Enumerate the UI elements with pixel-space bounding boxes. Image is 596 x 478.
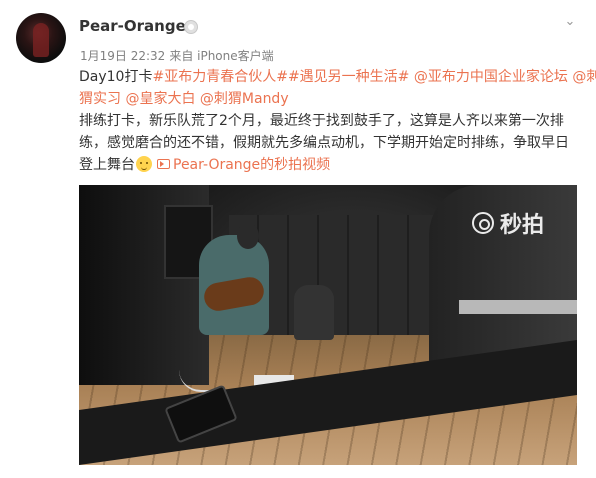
post-meta: 1月19日 22:32 来自 iPhone客户端 — [80, 47, 278, 64]
chevron-down-icon[interactable]: ⌄ — [563, 15, 577, 29]
post-line-5: 登上舞台 Pear-Orange的秒拍视频 — [79, 154, 579, 176]
post-time[interactable]: 1月19日 22:32 — [80, 49, 165, 63]
video-link-icon[interactable] — [157, 159, 170, 169]
topic-link-2[interactable]: #遇见另一种生活# — [288, 69, 409, 85]
post-text: Day10打卡#亚布力青春合伙人##遇见另一种生活# @亚布力中国企业家论坛 @… — [79, 66, 596, 176]
post-line-3: 排练打卡，新乐队荒了2个月，最近终于找到鼓手了，这算是人齐以来第一次排 — [79, 113, 564, 129]
video-link[interactable]: Pear-Orange的秒拍视频 — [173, 157, 330, 173]
video-scene-guitarist-head — [237, 223, 259, 249]
miaopai-logo-icon — [472, 212, 494, 234]
video-scene-stool — [459, 300, 577, 314]
post-line-1: Day10打卡#亚布力青春合伙人##遇见另一种生活# @亚布力中国企业家论坛 @… — [79, 66, 596, 88]
mention-link-2a[interactable]: @刺 — [572, 69, 596, 85]
username[interactable]: Pear-Orange — [79, 17, 186, 35]
video-thumbnail[interactable]: 秒拍 — [79, 185, 577, 465]
smile-emoji-icon — [136, 155, 152, 172]
post-line-2: 猬实习 @皇家大白 @刺猬Mandy — [79, 88, 579, 110]
mention-link-4[interactable]: @刺猬Mandy — [200, 91, 289, 107]
member-badge-icon[interactable] — [184, 20, 198, 34]
watermark-text: 秒拍 — [500, 213, 545, 238]
avatar-figure — [33, 23, 49, 57]
post-line-4: 练，感觉磨合的还不错，假期就先多编点动机，下学期开始定时排练，争取早日 — [79, 135, 569, 151]
mention-link-1[interactable]: @亚布力中国企业家论坛 — [414, 69, 568, 85]
topic-link-1[interactable]: #亚布力青春合伙人# — [152, 69, 287, 85]
mention-link-3[interactable]: @皇家大白 — [125, 91, 195, 107]
post-line-5-text: 登上舞台 — [79, 157, 135, 173]
mention-link-2b[interactable]: 猬实习 — [79, 91, 121, 107]
video-scene-drummer — [294, 285, 334, 340]
post-source: 来自 iPhone客户端 — [169, 49, 274, 63]
video-watermark: 秒拍 — [472, 207, 544, 239]
post-prefix: Day10打卡 — [79, 69, 153, 85]
avatar[interactable] — [16, 13, 66, 63]
